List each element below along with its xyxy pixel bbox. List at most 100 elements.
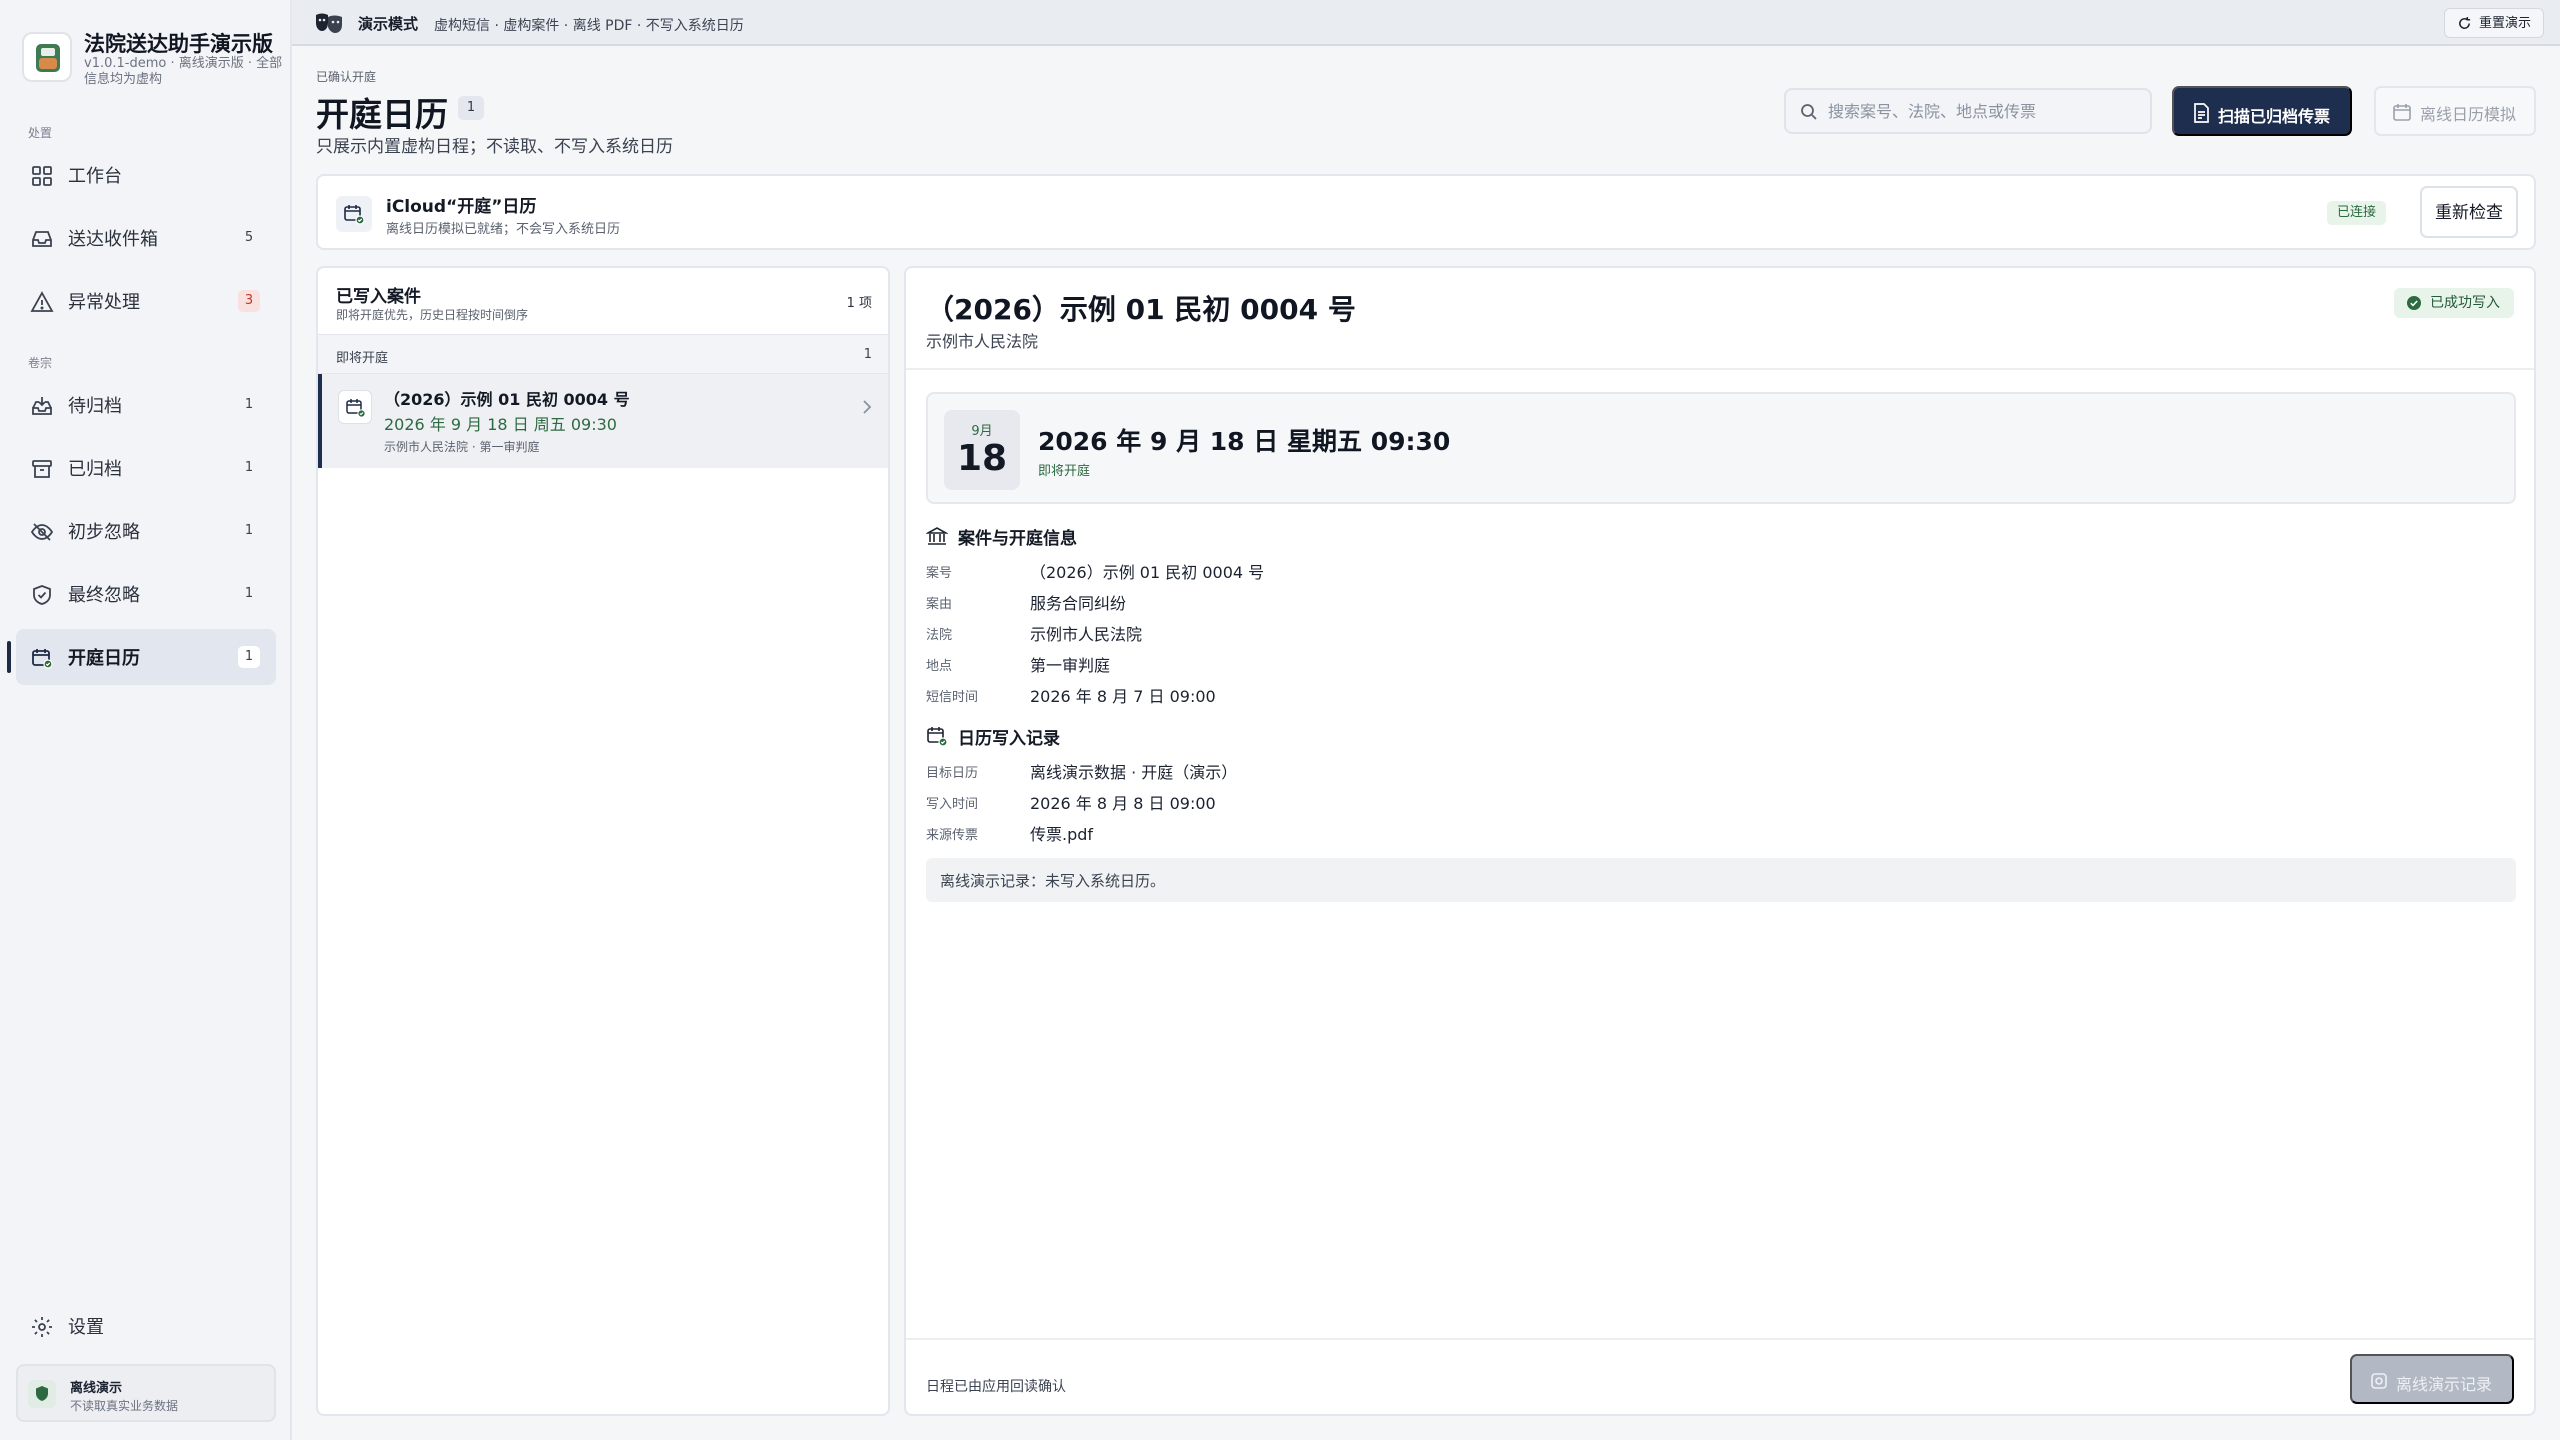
sidebar-item-label: 已归档 <box>68 459 122 480</box>
sidebar-item-exceptions[interactable]: 异常处理 3 <box>16 273 276 329</box>
field-label: 案由 <box>926 597 953 612</box>
connected-badge: 已连接 <box>2326 201 2386 225</box>
write-success-label: 已成功写入 <box>2430 295 2500 311</box>
offline-calendar-simulation-button[interactable]: 离线日历模拟 <box>2374 86 2536 136</box>
sidebar-item-final-ignore[interactable]: 最终忽略 1 <box>16 566 276 622</box>
calendar-connection-card: iCloud“开庭”日历 离线日历模拟已就绪；不会写入系统日历 已连接 重新检查 <box>316 174 2536 250</box>
field-label: 来源传票 <box>926 828 979 843</box>
scan-button-label: 扫描已归档传票 <box>2218 109 2331 126</box>
app-logo <box>22 32 72 82</box>
refresh-icon <box>2459 16 2471 29</box>
date-day: 18 <box>956 438 1008 479</box>
sidebar-item-label: 待归档 <box>68 396 122 417</box>
hearing-date-card: 9月 18 2026 年 9 月 18 日 星期五 09:30 即将开庭 <box>926 392 2516 504</box>
scan-archived-summons-button[interactable]: 扫描已归档传票 <box>2172 86 2352 136</box>
panel-subtitle: 即将开庭优先，历史日程按时间倒序 <box>336 308 529 322</box>
grid-icon <box>32 166 52 186</box>
demo-mode-description: 虚构短信 · 虚构案件 · 离线 PDF · 不写入系统日历 <box>434 18 744 34</box>
detail-case-number: （2026）示例 01 民初 0004 号 <box>926 293 1356 326</box>
reset-demo-button[interactable]: 重置演示 <box>2443 8 2544 38</box>
hearing-datetime: 2026 年 9 月 18 日 星期五 09:30 <box>1038 427 1451 456</box>
warning-icon <box>30 291 54 312</box>
calendar-check-icon <box>32 649 53 669</box>
sidebar: 法院送达助手演示版 v1.0.1-demo · 离线演示版 · 全部信息均为虚构… <box>0 0 292 1440</box>
offline-title: 离线演示 <box>70 1381 123 1396</box>
field-label: 案号 <box>926 566 953 581</box>
offline-subtitle: 不读取真实业务数据 <box>70 1399 179 1413</box>
field-label: 地点 <box>926 659 953 674</box>
check-circle-icon <box>2407 296 2421 310</box>
record-icon <box>2371 1373 2387 1389</box>
archive-icon <box>32 460 52 478</box>
shield-icon <box>28 1380 56 1408</box>
field-value: （2026）示例 01 民初 0004 号 <box>1030 563 1265 582</box>
recheck-button[interactable]: 重新检查 <box>2420 186 2518 238</box>
active-indicator <box>7 641 11 673</box>
nav-section-files: 卷宗 <box>28 356 53 370</box>
demo-mode-label: 演示模式 <box>358 15 419 33</box>
shield-check-icon <box>33 585 51 605</box>
sidebar-item-label: 最终忽略 <box>68 585 140 606</box>
section-title: 案件与开庭信息 <box>958 529 1077 549</box>
written-cases-panel: 已写入案件 即将开庭优先，历史日程按时间倒序 1 项 即将开庭 1 （2026）… <box>316 266 890 1416</box>
field-value: 离线演示数据 · 开庭（演示） <box>1030 763 1238 782</box>
sidebar-item-initial-ignore[interactable]: 初步忽略 1 <box>16 503 276 559</box>
count-badge: 1 <box>244 460 254 475</box>
offline-note: 离线演示记录：未写入系统日历。 <box>926 858 2516 902</box>
count-badge: 3 <box>238 290 260 312</box>
inbox-icon <box>32 231 52 247</box>
count-badge: 1 <box>238 646 260 668</box>
divider <box>906 368 2534 370</box>
sidebar-item-label: 设置 <box>68 1317 104 1338</box>
courthouse-icon <box>926 527 948 545</box>
search-input[interactable] <box>1828 90 2138 132</box>
theater-mask-icon <box>316 13 342 33</box>
field-value: 第一审判庭 <box>1030 656 1111 675</box>
page-title: 开庭日历 <box>316 95 448 134</box>
offline-note-text: 离线演示记录：未写入系统日历。 <box>940 872 1166 890</box>
calendar-icon <box>2393 104 2411 121</box>
hearing-status: 即将开庭 <box>1038 464 1091 479</box>
count-badge: 1 <box>244 586 254 601</box>
search-icon <box>1801 104 1817 120</box>
field-value: 2026 年 8 月 7 日 09:00 <box>1030 687 1216 706</box>
sidebar-item-label: 初步忽略 <box>68 522 140 543</box>
offline-record-button[interactable]: 离线演示记录 <box>2350 1354 2514 1404</box>
calendar-check-icon <box>336 196 372 232</box>
source-summons-link[interactable]: 传票.pdf <box>1030 821 1093 845</box>
gear-icon <box>32 1317 52 1337</box>
title-count-badge: 1 <box>458 96 484 120</box>
sidebar-item-settings[interactable]: 设置 <box>16 1298 276 1354</box>
offline-mode-card: 离线演示 不读取真实业务数据 <box>16 1364 276 1422</box>
date-month: 9月 <box>971 424 993 439</box>
sidebar-item-inbox[interactable]: 送达收件箱 5 <box>16 210 276 266</box>
hearing-time: 2026 年 9 月 18 日 周五 09:30 <box>384 415 617 434</box>
case-number: （2026）示例 01 民初 0004 号 <box>384 390 630 409</box>
list-item[interactable]: （2026）示例 01 民初 0004 号 2026 年 9 月 18 日 周五… <box>318 374 888 468</box>
sidebar-item-archived[interactable]: 已归档 1 <box>16 440 276 496</box>
calendar-check-icon <box>927 727 948 747</box>
reset-demo-label: 重置演示 <box>2478 15 2531 30</box>
calendar-check-icon <box>338 390 372 424</box>
chevron-right-icon <box>863 400 872 414</box>
offline-calendar-label: 离线日历模拟 <box>2420 107 2517 124</box>
calendar-name: iCloud“开庭”日历 <box>386 197 537 217</box>
page-subtitle: 只展示内置虚构日程；不读取、不写入系统日历 <box>316 137 673 157</box>
group-header-upcoming: 即将开庭 1 <box>318 334 888 374</box>
court-location: 示例市人民法院 · 第一审判庭 <box>384 440 540 454</box>
footer-status-text: 日程已由应用回读确认 <box>926 1379 1066 1395</box>
item-count: 1 项 <box>846 296 872 311</box>
app-subtitle: v1.0.1-demo · 离线演示版 · 全部信息均为虚构 <box>84 56 283 87</box>
case-detail-panel: （2026）示例 01 民初 0004 号 示例市人民法院 已成功写入 9月 1… <box>904 266 2536 1416</box>
demo-mode-bar: 演示模式 虚构短信 · 虚构案件 · 离线 PDF · 不写入系统日历 重置演示 <box>292 0 2560 46</box>
count-badge: 5 <box>244 230 254 245</box>
sidebar-item-label: 送达收件箱 <box>68 229 158 250</box>
app-brand: 法院送达助手演示版 v1.0.1-demo · 离线演示版 · 全部信息均为虚构 <box>20 28 282 92</box>
detail-footer: 日程已由应用回读确认 离线演示记录 <box>906 1338 2534 1414</box>
sidebar-item-court-calendar[interactable]: 开庭日历 1 <box>16 629 276 685</box>
date-tile: 9月 18 <box>944 410 1020 490</box>
sidebar-item-workbench[interactable]: 工作台 <box>16 147 276 203</box>
detail-court: 示例市人民法院 <box>926 332 1039 351</box>
inbox-down-icon <box>32 397 52 415</box>
sidebar-item-pending-archive[interactable]: 待归档 1 <box>16 377 276 433</box>
